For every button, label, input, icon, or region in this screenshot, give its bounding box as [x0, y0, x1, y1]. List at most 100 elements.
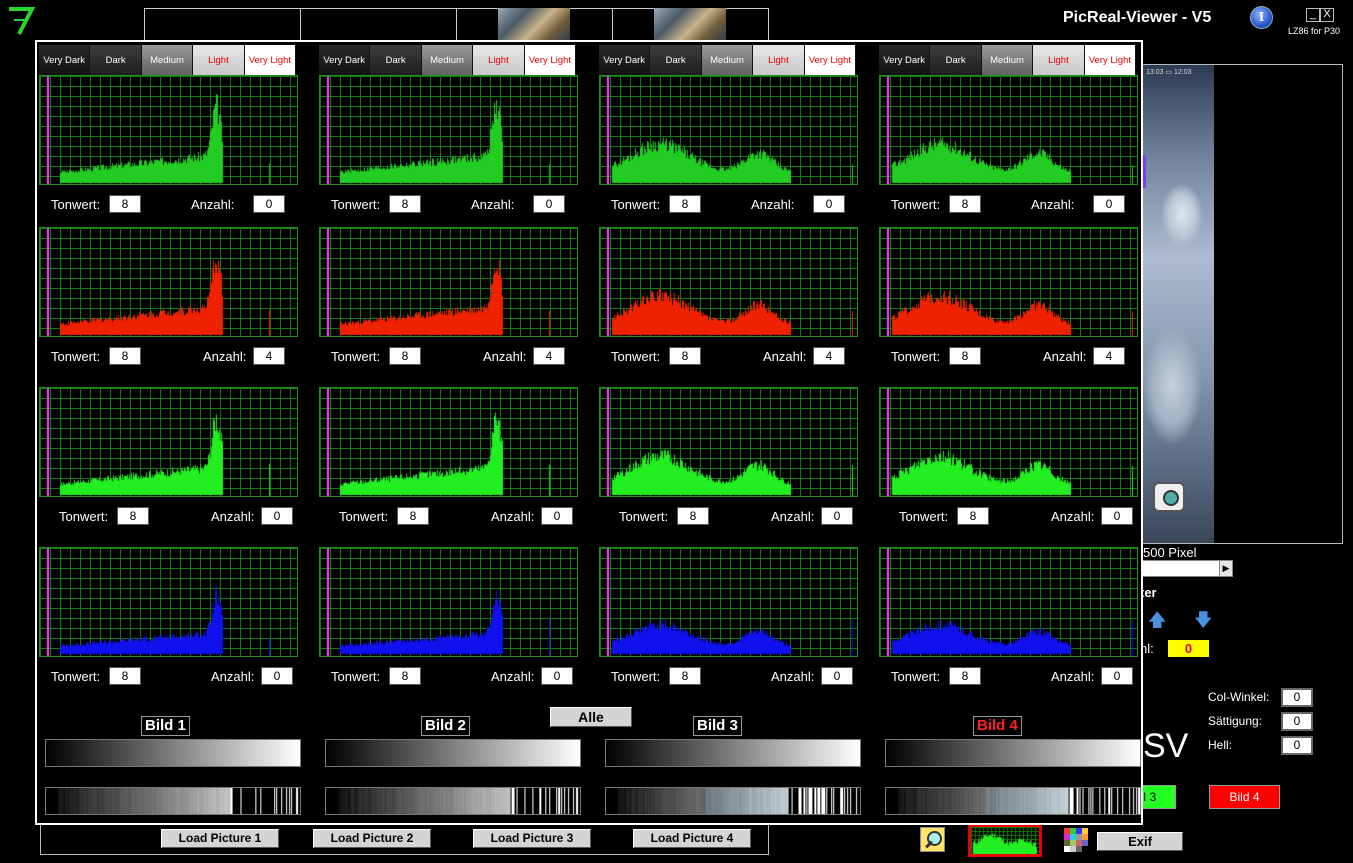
tone-button-dark[interactable]: Dark: [370, 45, 422, 76]
tone-button-very-dark[interactable]: Very Dark: [599, 45, 651, 76]
anzahl-field[interactable]: 0: [1101, 507, 1133, 525]
thumbnail-slot-2[interactable]: [300, 8, 457, 42]
histogram-column-2: Very Dark Dark Medium Light Very Light Tonwer…: [317, 42, 597, 823]
tone-button-medium[interactable]: Medium: [421, 45, 474, 76]
tonwert-field[interactable]: 8: [669, 347, 701, 365]
bild4-button[interactable]: Bild 4: [1209, 785, 1280, 809]
histogram-green[interactable]: [599, 387, 858, 497]
histogram-column-3: Very Dark Dark Medium Light Very Light Tonwer…: [597, 42, 877, 823]
histogram-readout-row: Tonwert: 8 Anzahl: 0: [317, 667, 597, 689]
anzahl-label: Anzahl:: [1031, 197, 1075, 212]
histogram-red[interactable]: [879, 227, 1138, 337]
tonwert-field[interactable]: 8: [117, 507, 149, 525]
tone-button-very-dark[interactable]: Very Dark: [879, 45, 931, 76]
histogram-bars: [600, 228, 857, 336]
grayscale-gradient: [325, 739, 581, 767]
tonwert-field[interactable]: 8: [389, 667, 421, 685]
histogram-bars: [320, 76, 577, 184]
tonwert-field[interactable]: 8: [677, 507, 709, 525]
histogram-green[interactable]: [879, 387, 1138, 497]
anzahl-field[interactable]: 0: [821, 667, 853, 685]
anzahl-field[interactable]: 0: [813, 195, 845, 213]
tone-button-very-dark[interactable]: Very Dark: [319, 45, 371, 76]
tone-button-medium[interactable]: Medium: [141, 45, 194, 76]
tone-button-light[interactable]: Light: [193, 45, 245, 76]
tonwert-field[interactable]: 8: [109, 667, 141, 685]
histogram-luminance[interactable]: [599, 75, 858, 185]
anzahl-field[interactable]: 4: [253, 347, 285, 365]
anzahl-field[interactable]: 0: [253, 195, 285, 213]
anzahl-field[interactable]: 0: [533, 195, 565, 213]
histogram-toggle-button[interactable]: [968, 824, 1042, 857]
saettigung-field[interactable]: 0: [1281, 712, 1313, 731]
minimize-button[interactable]: _: [1306, 8, 1320, 22]
tone-button-very-dark[interactable]: Very Dark: [39, 45, 91, 76]
anzahl-field[interactable]: 0: [1093, 195, 1125, 213]
alle-button[interactable]: Alle: [550, 707, 632, 727]
col-winkel-field[interactable]: 0: [1281, 688, 1313, 707]
tone-button-very-light[interactable]: Very Light: [1084, 45, 1137, 76]
anzahl-field[interactable]: 4: [1093, 347, 1125, 365]
tonwert-field[interactable]: 8: [957, 507, 989, 525]
histogram-red[interactable]: [39, 227, 298, 337]
tonwert-field[interactable]: 8: [949, 347, 981, 365]
thumbnail-slot-1[interactable]: [144, 8, 301, 42]
tonwert-field[interactable]: 8: [669, 195, 701, 213]
histogram-luminance[interactable]: [39, 75, 298, 185]
camera-icon[interactable]: [1153, 482, 1185, 512]
load-picture-4-button[interactable]: Load Picture 4: [633, 829, 751, 848]
tonwert-label: Tonwert:: [331, 197, 381, 212]
histogram-red[interactable]: [319, 227, 578, 337]
histogram-blue[interactable]: [879, 547, 1138, 657]
histogram-luminance[interactable]: [319, 75, 578, 185]
anzahl-field[interactable]: 0: [261, 667, 293, 685]
anzahl-field[interactable]: 0: [821, 507, 853, 525]
anzahl-field[interactable]: 0: [541, 507, 573, 525]
tone-button-very-light[interactable]: Very Light: [244, 45, 297, 76]
close-button[interactable]: X: [1320, 8, 1334, 22]
tonwert-field[interactable]: 8: [109, 347, 141, 365]
tonwert-field[interactable]: 8: [397, 507, 429, 525]
load-picture-3-button[interactable]: Load Picture 3: [473, 829, 591, 848]
histogram-red[interactable]: [599, 227, 858, 337]
anzahl-field[interactable]: 0: [261, 507, 293, 525]
tone-button-medium[interactable]: Medium: [981, 45, 1034, 76]
histogram-luminance[interactable]: [879, 75, 1138, 185]
histogram-blue[interactable]: [39, 547, 298, 657]
tone-button-light[interactable]: Light: [473, 45, 525, 76]
histogram-blue[interactable]: [599, 547, 858, 657]
tone-button-very-light[interactable]: Very Light: [524, 45, 577, 76]
exif-button[interactable]: Exif: [1097, 832, 1183, 851]
tone-button-dark[interactable]: Dark: [90, 45, 142, 76]
tone-button-very-light[interactable]: Very Light: [804, 45, 857, 76]
anzahl-field[interactable]: 4: [533, 347, 565, 365]
load-picture-1-button[interactable]: Load Picture 1: [161, 829, 279, 848]
tonwert-label: Tonwert:: [899, 509, 949, 524]
anzahl-field[interactable]: 0: [1101, 667, 1133, 685]
tonwert-field[interactable]: 8: [389, 195, 421, 213]
histogram-green[interactable]: [319, 387, 578, 497]
tone-button-light[interactable]: Light: [1033, 45, 1085, 76]
slider-right-arrow-icon[interactable]: ▶: [1219, 561, 1232, 576]
histogram-bars: [600, 76, 857, 184]
color-palette-icon[interactable]: [1064, 828, 1088, 852]
histogram-readout-row: Tonwert: 8 Anzahl: 0: [597, 667, 877, 689]
hell-field[interactable]: 0: [1281, 736, 1313, 755]
tonwert-field[interactable]: 8: [669, 667, 701, 685]
tone-button-medium[interactable]: Medium: [701, 45, 754, 76]
histogram-green[interactable]: [39, 387, 298, 497]
tonwert-field[interactable]: 8: [389, 347, 421, 365]
tone-button-dark[interactable]: Dark: [650, 45, 702, 76]
anzahl-field[interactable]: 0: [541, 667, 573, 685]
magnifier-icon[interactable]: [920, 827, 945, 852]
tone-button-dark[interactable]: Dark: [930, 45, 982, 76]
tonwert-field[interactable]: 8: [109, 195, 141, 213]
tone-button-light[interactable]: Light: [753, 45, 805, 76]
arrow-down-icon[interactable]: 🡇: [1194, 610, 1213, 630]
info-icon[interactable]: I: [1250, 6, 1273, 29]
load-picture-2-button[interactable]: Load Picture 2: [313, 829, 431, 848]
tonwert-field[interactable]: 8: [949, 195, 981, 213]
histogram-blue[interactable]: [319, 547, 578, 657]
anzahl-field[interactable]: 4: [813, 347, 845, 365]
tonwert-field[interactable]: 8: [949, 667, 981, 685]
